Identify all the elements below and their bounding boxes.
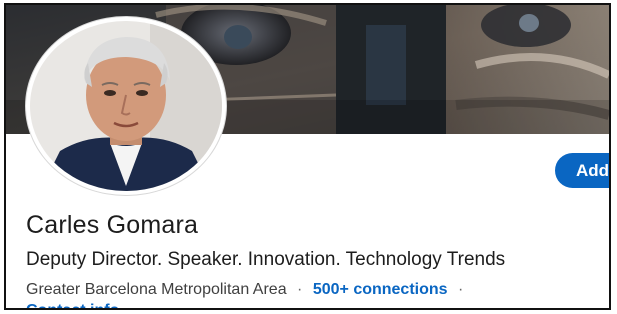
connections-link[interactable]: 500+ connections <box>313 281 448 298</box>
add-button-label: Add <box>576 161 610 180</box>
profile-photo[interactable] <box>26 17 226 195</box>
profile-name: Carles Gomara <box>26 211 199 239</box>
separator-dot: · <box>458 281 464 298</box>
profile-headline: Deputy Director. Speaker. Innovation. Te… <box>26 249 506 270</box>
profile-card: Add Carles Gomara Deputy Director. Speak… <box>4 3 611 310</box>
separator-dot: · <box>297 281 303 298</box>
profile-location: Greater Barcelona Metropolitan Area <box>26 281 287 298</box>
contact-info-link[interactable]: Contact info <box>26 302 119 308</box>
profile-location-line: Greater Barcelona Metropolitan Area · 50… <box>26 281 469 299</box>
add-button[interactable]: Add <box>555 153 610 188</box>
